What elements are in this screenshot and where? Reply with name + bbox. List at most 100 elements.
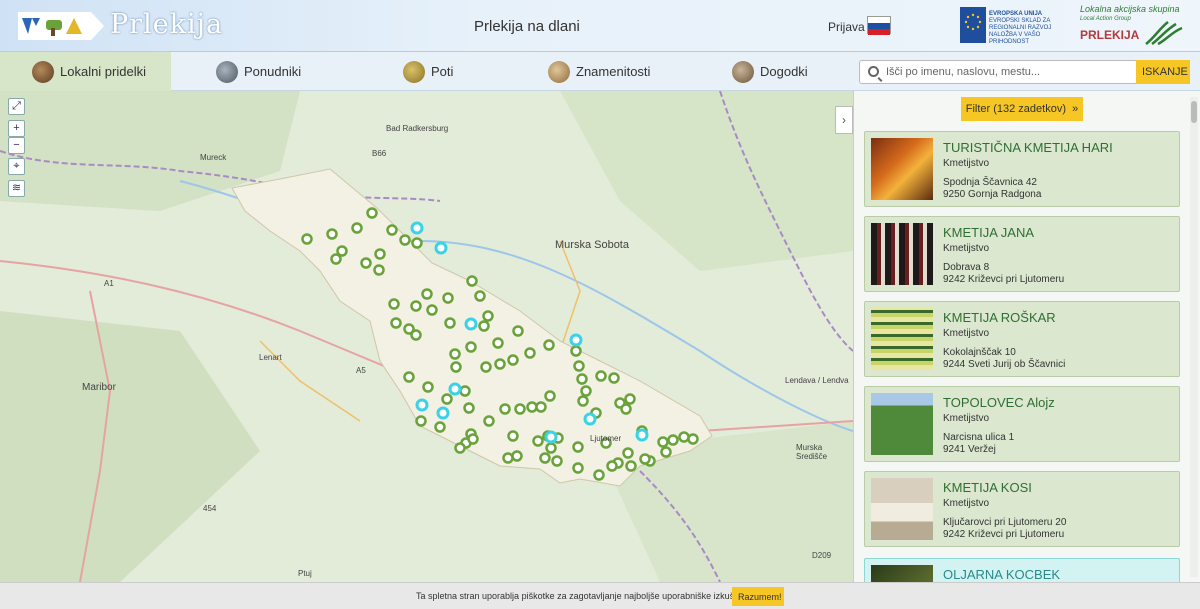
card-title[interactable]: KMETIJA ROŠKAR [943,310,1056,325]
cookie-accept-button[interactable]: Razumem! [732,587,784,606]
site-logo[interactable] [18,12,104,40]
map-marker-highlighted[interactable] [448,382,462,396]
map-marker[interactable] [572,441,584,453]
result-card[interactable]: OLJARNA KOCBEK [864,558,1180,582]
map-marker[interactable] [512,325,524,337]
card-title[interactable]: OLJARNA KOCBEK [943,567,1060,582]
map-marker[interactable] [454,442,466,454]
map-marker[interactable] [532,435,544,447]
filter-button[interactable]: Filter (132 zadetkov) » [961,97,1083,121]
map-marker[interactable] [625,460,637,472]
map-marker[interactable] [466,275,478,287]
result-card[interactable]: KMETIJA ROŠKAR Kmetijstvo Kokolajnščak 1… [864,301,1180,377]
card-title[interactable]: KMETIJA KOSI [943,480,1032,495]
card-title[interactable]: TURISTIČNA KMETIJA HARI [943,140,1113,155]
map-marker[interactable] [667,434,679,446]
map-marker[interactable] [678,431,690,443]
map-marker[interactable] [593,469,605,481]
map-marker[interactable] [620,403,632,415]
map-marker[interactable] [463,402,475,414]
map-marker[interactable] [511,450,523,462]
map-marker[interactable] [441,393,453,405]
result-card[interactable]: KMETIJA KOSI Kmetijstvo Ključarovci pri … [864,471,1180,547]
map-marker[interactable] [482,310,494,322]
map-marker[interactable] [410,329,422,341]
map-marker[interactable] [373,264,385,276]
map-view[interactable]: ⤢ + − ⌖ ≋ Bad Radkersburg Murska Sobota … [0,91,853,582]
map-canvas[interactable] [0,91,853,582]
map-marker[interactable] [483,415,495,427]
slovenia-flag-icon[interactable] [867,16,891,35]
site-brand[interactable]: Prlekija [110,9,223,40]
layers-button[interactable]: ≋ [8,180,25,197]
map-marker[interactable] [449,348,461,360]
map-marker-highlighted[interactable] [415,398,429,412]
map-marker[interactable] [551,455,563,467]
map-marker-highlighted[interactable] [583,412,597,426]
map-marker[interactable] [411,237,423,249]
scroll-thumb[interactable] [1191,101,1197,123]
map-marker-highlighted[interactable] [635,428,649,442]
map-marker[interactable] [639,453,651,465]
tab-local-produce[interactable]: Lokalni pridelki [0,52,171,91]
result-card[interactable]: TOPOLOVEC Alojz Kmetijstvo Narcisna ulic… [864,386,1180,462]
map-marker[interactable] [572,462,584,474]
map-marker-highlighted[interactable] [434,241,448,255]
sidebar-toggle-button[interactable]: › [835,106,853,134]
map-marker[interactable] [606,460,618,472]
card-title[interactable]: TOPOLOVEC Alojz [943,395,1055,410]
map-marker[interactable] [502,452,514,464]
map-marker[interactable] [415,415,427,427]
map-marker[interactable] [434,421,446,433]
map-marker[interactable] [442,292,454,304]
tab-paths[interactable]: Poti [403,52,453,91]
map-marker[interactable] [459,385,471,397]
map-marker[interactable] [545,442,557,454]
zoom-in-button[interactable]: + [8,120,25,137]
map-marker[interactable] [526,401,538,413]
map-marker-highlighted[interactable] [569,333,583,347]
map-marker[interactable] [657,436,669,448]
map-marker[interactable] [465,341,477,353]
tab-landmarks[interactable]: Znamenitosti [548,52,650,91]
map-marker[interactable] [570,345,582,357]
map-marker[interactable] [326,228,338,240]
map-marker[interactable] [426,304,438,316]
map-marker[interactable] [478,320,490,332]
map-marker-highlighted[interactable] [436,406,450,420]
map-marker[interactable] [544,390,556,402]
map-marker[interactable] [687,433,699,445]
tab-providers[interactable]: Ponudniki [216,52,301,91]
result-card[interactable]: KMETIJA JANA Kmetijstvo Dobrava 8 9242 K… [864,216,1180,292]
map-marker[interactable] [444,317,456,329]
sidebar-scrollbar[interactable] [1190,97,1198,577]
map-marker[interactable] [624,393,636,405]
map-marker[interactable] [595,370,607,382]
map-marker[interactable] [374,248,386,260]
map-marker[interactable] [474,290,486,302]
map-marker[interactable] [386,224,398,236]
map-marker[interactable] [580,385,592,397]
card-title[interactable]: KMETIJA JANA [943,225,1034,240]
map-marker[interactable] [535,401,547,413]
map-marker[interactable] [499,403,511,415]
map-marker[interactable] [421,288,433,300]
tab-events[interactable]: Dogodki [732,52,808,91]
search-input[interactable] [884,63,1132,81]
map-marker[interactable] [366,207,378,219]
result-card[interactable]: TURISTIČNA KMETIJA HARI Kmetijstvo Spodn… [864,131,1180,207]
map-marker[interactable] [422,381,434,393]
search-button[interactable]: ISKANJE [1136,60,1190,84]
map-marker[interactable] [514,403,526,415]
locate-button[interactable]: ⌖ [8,158,25,175]
map-marker[interactable] [467,433,479,445]
map-marker[interactable] [301,233,313,245]
map-marker[interactable] [390,317,402,329]
map-marker[interactable] [660,446,672,458]
map-marker[interactable] [360,257,372,269]
fullscreen-button[interactable]: ⤢ [8,98,25,115]
map-marker[interactable] [480,361,492,373]
map-marker[interactable] [399,234,411,246]
map-marker[interactable] [507,430,519,442]
map-marker[interactable] [403,371,415,383]
